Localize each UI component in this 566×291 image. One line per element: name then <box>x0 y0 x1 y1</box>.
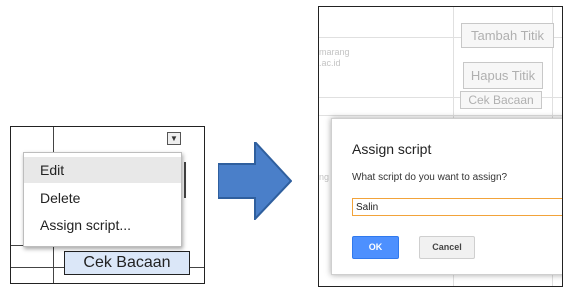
menu-item-delete[interactable]: Delete <box>24 185 181 211</box>
tambah-titik-button[interactable]: Tambah Titik <box>461 23 554 48</box>
dialog-prompt: What script do you want to assign? <box>352 172 508 183</box>
left-spreadsheet-panel: ▼ Cek Bacaan Edit Delete Assign script..… <box>10 126 205 284</box>
context-menu: Edit Delete Assign script... <box>23 152 182 247</box>
script-name-input[interactable] <box>352 198 562 216</box>
dropdown-button[interactable]: ▼ <box>167 132 181 145</box>
cek-bacaan-button[interactable]: Cek Bacaan <box>64 251 190 275</box>
cek-bacaan-button[interactable]: Cek Bacaan <box>460 91 542 109</box>
faded-cell-text: ng <box>319 172 330 182</box>
assign-script-dialog: Assign script What script do you want to… <box>331 118 562 275</box>
grid-line <box>184 162 186 198</box>
arrow-right-icon <box>218 142 292 220</box>
ok-button[interactable]: OK <box>352 236 399 259</box>
faded-cell-text: .ac.id <box>319 58 341 68</box>
dialog-title: Assign script <box>352 141 432 157</box>
right-spreadsheet-panel: marang .ac.id ng Tambah Titik Hapus Titi… <box>318 6 563 287</box>
menu-item-edit[interactable]: Edit <box>24 157 181 183</box>
faded-cell-text: marang <box>319 47 350 57</box>
chevron-down-icon: ▼ <box>170 134 178 143</box>
cancel-button[interactable]: Cancel <box>419 236 475 259</box>
hapus-titik-button[interactable]: Hapus Titik <box>463 62 543 89</box>
grid-line <box>319 115 562 116</box>
menu-item-assign-script[interactable]: Assign script... <box>24 212 181 238</box>
